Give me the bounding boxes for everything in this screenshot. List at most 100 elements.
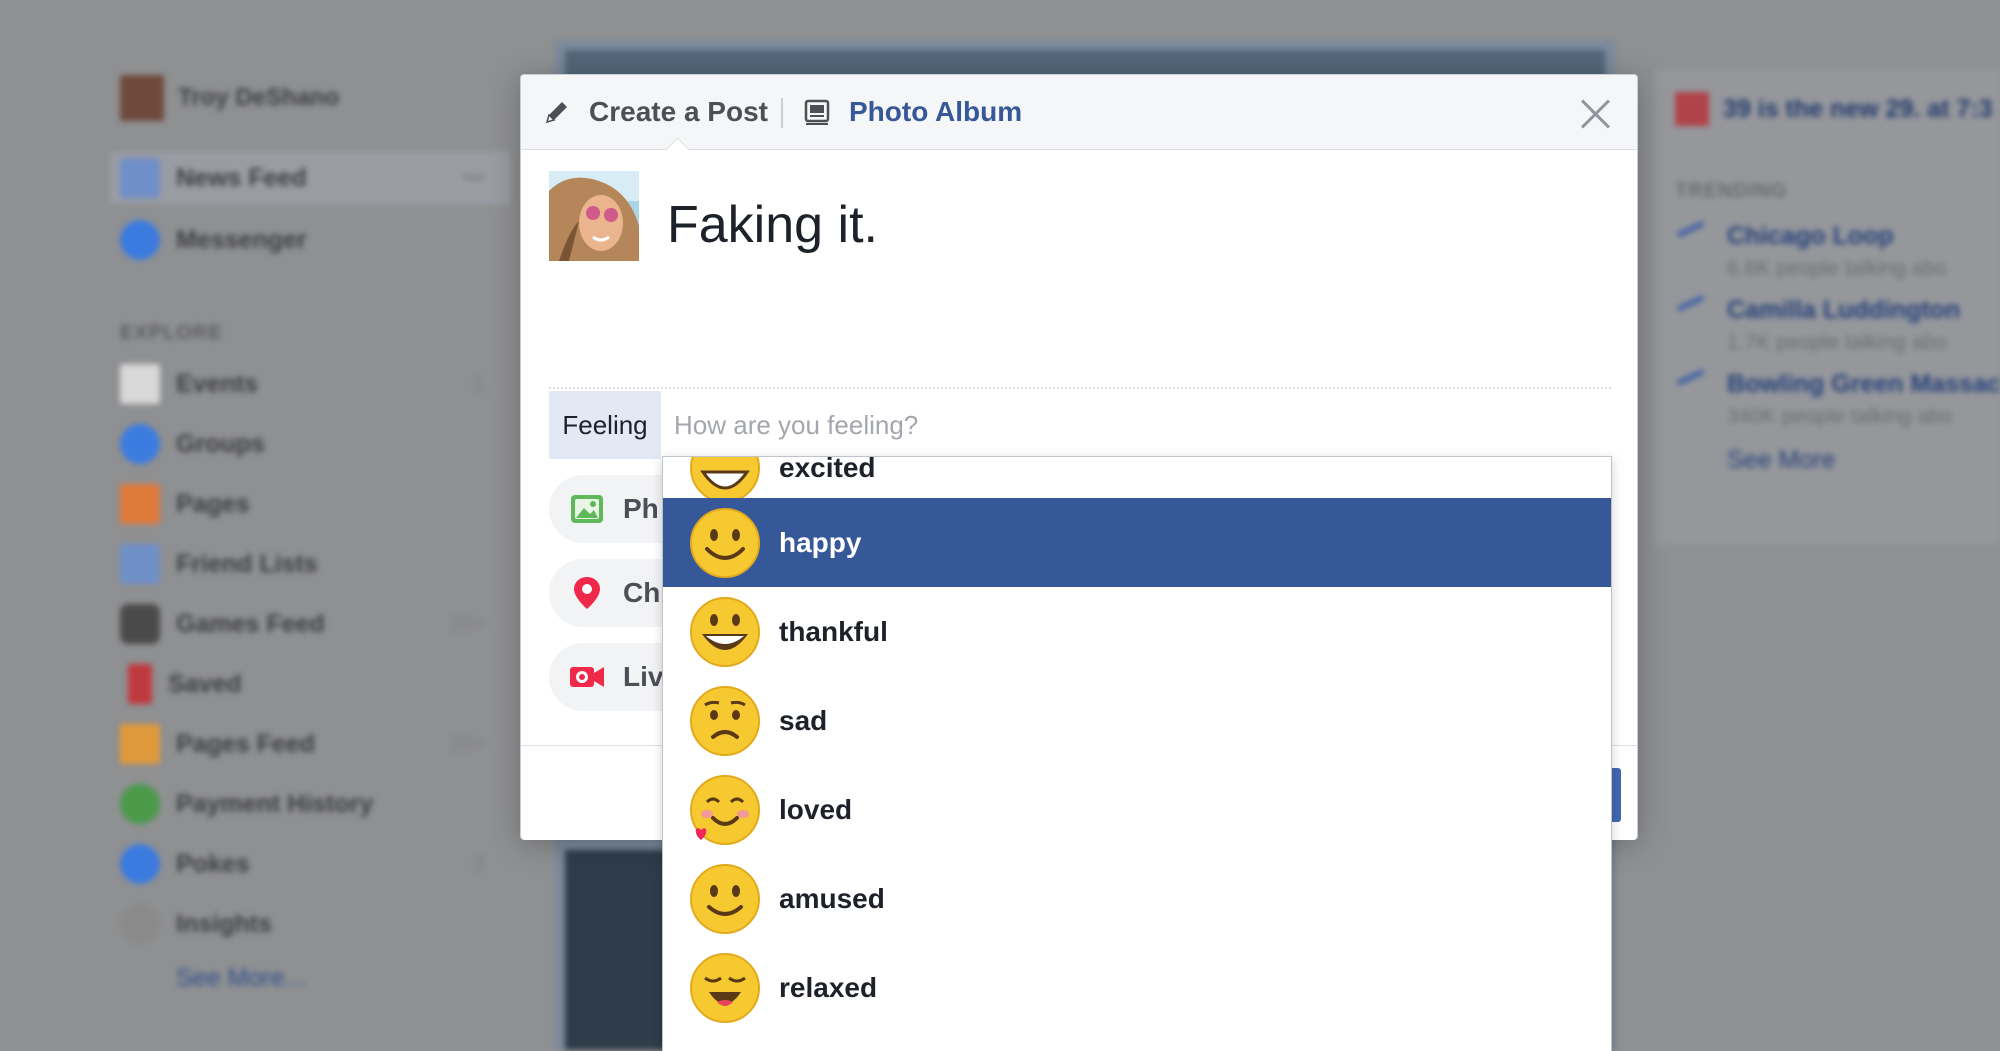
trending-arrow-icon: [1676, 221, 1712, 252]
event-text: 39 is the new 29. at 7:3: [1723, 94, 1993, 123]
trending-subtitle: 6.8K people talking abo: [1727, 257, 1947, 280]
trending-arrow-icon: [1676, 369, 1712, 400]
sidebar-see-more[interactable]: See More...: [110, 952, 510, 1004]
feeling-option-label: relaxed: [779, 971, 878, 1003]
sidebar-item-pokes[interactable]: Pokes 3: [110, 838, 510, 890]
feeling-option-label: excited: [779, 456, 876, 483]
photo-album-icon: [804, 99, 830, 125]
event-reminder[interactable]: 39 is the new 29. at 7:3: [1675, 92, 1993, 126]
sidebar-item-count: 3: [472, 852, 484, 875]
trending-arrow-icon: [1676, 295, 1712, 326]
calendar-icon: [120, 364, 160, 404]
feeling-option-label: sad: [779, 704, 828, 736]
sidebar-item-label: Events: [176, 369, 258, 398]
feeling-dropdown[interactable]: excited happy thankful sad loved amused …: [662, 456, 1612, 1051]
trending-subtitle: 1.7K people talking abo: [1727, 331, 1947, 354]
trending-see-more[interactable]: See More: [1675, 446, 2000, 475]
sidebar-item-label: Messenger: [176, 225, 307, 254]
feeling-option-sad[interactable]: sad: [663, 676, 1611, 765]
sidebar-item-news-feed[interactable]: News Feed •••: [110, 152, 510, 204]
excited-emoji-icon: [690, 457, 760, 503]
pill-label: Liv: [623, 661, 664, 692]
tab-photo-album[interactable]: Photo Album: [803, 75, 1022, 149]
sidebar-item-label: Pages Feed: [176, 729, 315, 758]
pill-label: Ch: [623, 577, 661, 608]
pill-label: Ph: [623, 493, 659, 524]
close-icon[interactable]: [1579, 97, 1611, 129]
sidebar-item-games-feed[interactable]: Games Feed 20+: [110, 598, 510, 650]
groups-icon: [120, 424, 160, 464]
sidebar-item-payment-history[interactable]: Payment History: [110, 778, 510, 830]
sidebar-item-events[interactable]: Events 1: [110, 358, 510, 410]
feeling-option-amused[interactable]: amused: [663, 854, 1611, 943]
payment-icon: [120, 784, 160, 824]
sidebar-item-count: 20+: [450, 732, 484, 755]
trending-title: Chicago Loop: [1727, 222, 1894, 250]
sidebar-item-label: Payment History: [176, 789, 374, 818]
sidebar-item-messenger[interactable]: Messenger: [110, 214, 510, 266]
sidebar-item-label: Games Feed: [176, 609, 325, 638]
photo-icon: [571, 495, 603, 523]
bookmark-icon: [128, 664, 152, 704]
sidebar-item-pages-feed[interactable]: Pages Feed 20+: [110, 718, 510, 770]
trending-item[interactable]: Bowling Green Massac 340K people talking…: [1675, 369, 2000, 429]
calendar-icon: [1675, 92, 1709, 126]
user-avatar: [120, 75, 164, 121]
post-text[interactable]: Faking it.: [667, 195, 878, 255]
background-feed-image: [565, 850, 675, 1050]
trending-item[interactable]: Chicago Loop 6.8K people talking abo: [1675, 221, 2000, 281]
sidebar-item-count: 1: [472, 372, 484, 395]
tab-create-post[interactable]: Create a Post: [543, 75, 768, 149]
news-feed-icon: [120, 158, 160, 198]
feeling-option-loved[interactable]: loved: [663, 765, 1611, 854]
feeling-option-thankful[interactable]: thankful: [663, 587, 1611, 676]
gamepad-icon: [120, 604, 160, 644]
sidebar-item-count: 20+: [450, 612, 484, 635]
trending-item[interactable]: Camilla Luddington 1.7K people talking a…: [1675, 295, 2000, 355]
feeling-option-relaxed[interactable]: relaxed: [663, 943, 1611, 1032]
sidebar-user[interactable]: Troy DeShano: [120, 75, 339, 121]
feeling-tag[interactable]: Feeling: [549, 391, 661, 459]
messenger-icon: [120, 220, 160, 260]
feeling-input[interactable]: [662, 391, 1602, 459]
relaxed-emoji-icon: [690, 952, 760, 1023]
sidebar-item-label: Pokes: [176, 849, 250, 878]
trending-heading: TRENDING: [1675, 180, 1788, 202]
feeling-option-label: loved: [779, 793, 853, 825]
pencil-icon: [545, 102, 567, 124]
dialog-header: Create a Post Photo Album: [521, 75, 1637, 150]
see-more-link[interactable]: See More...: [176, 964, 305, 993]
trending-see-more-link[interactable]: See More: [1727, 446, 2000, 475]
avatar: [549, 171, 639, 261]
sidebar-item-label: Insights: [176, 909, 272, 938]
trending-subtitle: 340K people talking abo: [1727, 405, 1953, 428]
composer-divider: [549, 387, 1611, 389]
loved-emoji-icon: [690, 774, 760, 845]
sidebar-item-insights[interactable]: Insights: [110, 898, 510, 950]
sidebar-item-count: •••: [462, 166, 484, 189]
feeling-option-label: thankful: [779, 615, 888, 647]
right-sidebar: 39 is the new 29. at 7:3 TRENDING Chicag…: [1655, 70, 2000, 545]
sidebar-item-label: Groups: [176, 429, 265, 458]
feeling-option-label: happy: [779, 526, 862, 558]
trending-title: Bowling Green Massac: [1727, 370, 2000, 398]
sidebar-item-saved[interactable]: Saved: [110, 658, 510, 710]
sidebar-item-label: Pages: [176, 489, 250, 518]
feeling-option-happy[interactable]: happy: [663, 498, 1611, 587]
sidebar-item-groups[interactable]: Groups: [110, 418, 510, 470]
pages-feed-icon: [120, 724, 160, 764]
user-name: Troy DeShano: [178, 84, 340, 111]
feeling-option-label: amused: [779, 882, 885, 914]
amused-emoji-icon: [690, 863, 760, 934]
sad-emoji-icon: [690, 685, 760, 756]
header-divider: [781, 98, 783, 128]
poke-icon: [120, 844, 160, 884]
sidebar-item-label: Friend Lists: [176, 549, 318, 578]
tab-create-post-label: Create a Post: [589, 96, 768, 127]
explore-heading: EXPLORE: [120, 322, 223, 344]
friend-lists-icon: [120, 544, 160, 584]
sidebar-item-pages[interactable]: Pages: [110, 478, 510, 530]
tab-photo-album-label: Photo Album: [849, 96, 1023, 127]
sidebar-item-friend-lists[interactable]: Friend Lists: [110, 538, 510, 590]
live-video-icon: [570, 667, 604, 687]
